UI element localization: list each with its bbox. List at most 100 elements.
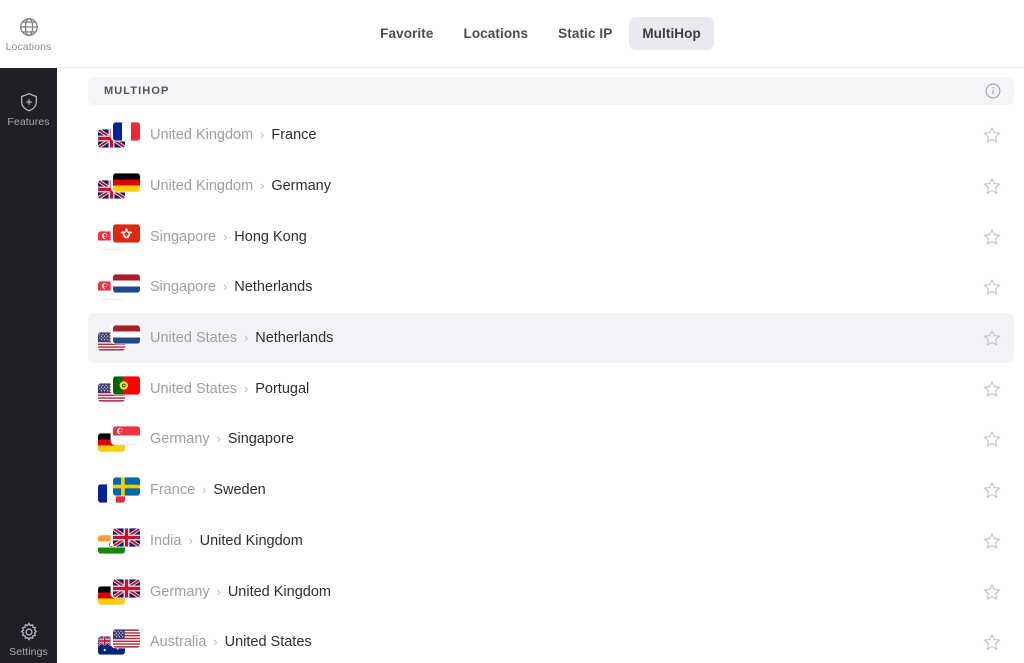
tab-locations[interactable]: Locations xyxy=(450,17,541,50)
multihop-row[interactable]: Singapore › Netherlands xyxy=(88,262,1014,313)
route-label: United States › Portugal xyxy=(150,381,309,397)
multihop-row[interactable]: Germany › Singapore xyxy=(88,414,1014,465)
multihop-row[interactable]: India › United Kingdom xyxy=(88,516,1014,567)
favorite-star-icon[interactable] xyxy=(982,379,1002,399)
route-label: Singapore › Netherlands xyxy=(150,279,312,295)
sidebar-item-label-locations: Locations xyxy=(5,40,52,53)
sidebar-item-label-settings: Settings xyxy=(9,645,48,658)
favorite-star-icon[interactable] xyxy=(982,582,1002,602)
multihop-row[interactable]: United Kingdom › Germany xyxy=(88,161,1014,212)
exit-country-flag-icon xyxy=(113,629,140,649)
route-label: United Kingdom › France xyxy=(150,127,316,143)
tab-multihop[interactable]: MultiHop xyxy=(629,17,714,50)
exit-country-name: Netherlands xyxy=(234,279,313,296)
multihop-row[interactable]: United States › Portugal xyxy=(88,363,1014,414)
exit-country-flag-icon xyxy=(113,375,140,395)
route-separator-icon: › xyxy=(260,128,265,143)
flag-pair xyxy=(98,628,140,656)
sidebar: Locations Features Settings xyxy=(0,0,57,663)
entry-country-name: United Kingdom xyxy=(150,127,254,144)
exit-country-flag-icon xyxy=(113,578,140,598)
route-separator-icon: › xyxy=(216,584,221,599)
exit-country-flag-icon xyxy=(113,274,140,294)
route-label: Australia › United States xyxy=(150,634,312,650)
multihop-row[interactable]: United States › Netherlands xyxy=(88,312,1014,364)
exit-country-name: Singapore xyxy=(227,431,294,448)
entry-country-name: United States xyxy=(150,380,238,397)
list-section-title: MULTIHOP xyxy=(104,85,170,97)
sidebar-item-settings[interactable]: Settings xyxy=(0,608,57,663)
tab-favorite[interactable]: Favorite xyxy=(367,17,446,50)
entry-country-name: India xyxy=(150,532,182,549)
route-separator-icon: › xyxy=(188,533,193,548)
route-separator-icon: › xyxy=(223,280,228,295)
top-navigation-tabs: Favorite Locations Static IP MultiHop xyxy=(57,0,1024,68)
multihop-row[interactable]: Australia › United States xyxy=(88,617,1014,663)
flag-pair xyxy=(98,273,140,301)
shield-plus-icon xyxy=(18,91,40,113)
multihop-row[interactable]: Germany › United Kingdom xyxy=(88,566,1014,617)
multihop-row-list: United Kingdom › France United Kingdom › Germ… xyxy=(72,110,1024,663)
exit-country-name: France xyxy=(271,127,317,144)
exit-country-flag-icon xyxy=(113,527,140,547)
route-label: United Kingdom › Germany xyxy=(150,178,331,194)
favorite-star-icon[interactable] xyxy=(982,328,1002,348)
vpn-app-window: Locations Features Settings Favorite Loc… xyxy=(0,0,1024,663)
sidebar-item-label-features: Features xyxy=(7,115,50,128)
sidebar-item-locations[interactable]: Locations xyxy=(0,0,57,68)
route-label: France › Sweden xyxy=(150,482,266,498)
exit-country-name: United States xyxy=(224,634,312,651)
entry-country-name: Germany xyxy=(150,583,210,600)
route-separator-icon: › xyxy=(244,381,249,396)
sidebar-background xyxy=(0,68,57,663)
globe-icon xyxy=(18,16,40,38)
route-separator-icon: › xyxy=(260,179,265,194)
favorite-star-icon[interactable] xyxy=(982,632,1002,652)
list-section-header: MULTIHOP xyxy=(88,77,1014,105)
route-label: Singapore › Hong Kong xyxy=(150,229,307,245)
multihop-row[interactable]: France › Sweden xyxy=(88,465,1014,516)
route-separator-icon: › xyxy=(213,635,218,650)
flag-pair xyxy=(98,425,140,453)
entry-country-name: Singapore xyxy=(150,228,217,245)
exit-country-flag-icon xyxy=(113,122,140,142)
favorite-star-icon[interactable] xyxy=(982,531,1002,551)
entry-country-name: Germany xyxy=(150,431,210,448)
tab-static-ip[interactable]: Static IP xyxy=(545,17,625,50)
favorite-star-icon[interactable] xyxy=(982,176,1002,196)
entry-country-name: Singapore xyxy=(150,279,217,296)
flag-pair xyxy=(98,172,140,200)
favorite-star-icon[interactable] xyxy=(982,277,1002,297)
sidebar-item-features[interactable]: Features xyxy=(0,78,57,140)
flag-pair xyxy=(98,223,140,251)
multihop-row[interactable]: Singapore › Hong Kong xyxy=(88,211,1014,262)
route-label: Germany › Singapore xyxy=(150,431,294,447)
info-circle-icon[interactable] xyxy=(984,82,1002,100)
gear-icon xyxy=(18,621,40,643)
entry-country-name: France xyxy=(150,482,196,499)
route-separator-icon: › xyxy=(244,331,249,346)
favorite-star-icon[interactable] xyxy=(982,480,1002,500)
exit-country-name: United Kingdom xyxy=(199,532,303,549)
entry-country-name: Australia xyxy=(150,634,207,651)
favorite-star-icon[interactable] xyxy=(982,227,1002,247)
favorite-star-icon[interactable] xyxy=(982,429,1002,449)
flag-pair xyxy=(98,375,140,403)
exit-country-name: Hong Kong xyxy=(234,228,307,245)
exit-country-flag-icon xyxy=(113,223,140,243)
exit-country-name: Netherlands xyxy=(255,330,334,347)
exit-country-name: Sweden xyxy=(213,482,266,499)
flag-pair xyxy=(98,527,140,555)
exit-country-flag-icon xyxy=(113,173,140,193)
exit-country-flag-icon xyxy=(113,477,140,497)
route-label: India › United Kingdom xyxy=(150,533,303,549)
multihop-row[interactable]: United Kingdom › France xyxy=(88,110,1014,161)
favorite-star-icon[interactable] xyxy=(982,125,1002,145)
exit-country-flag-icon xyxy=(113,325,140,345)
exit-country-name: Germany xyxy=(271,178,331,195)
flag-pair xyxy=(98,578,140,606)
exit-country-name: Portugal xyxy=(255,380,310,397)
flag-pair xyxy=(98,121,140,149)
route-separator-icon: › xyxy=(223,229,228,244)
entry-country-name: United States xyxy=(150,330,238,347)
